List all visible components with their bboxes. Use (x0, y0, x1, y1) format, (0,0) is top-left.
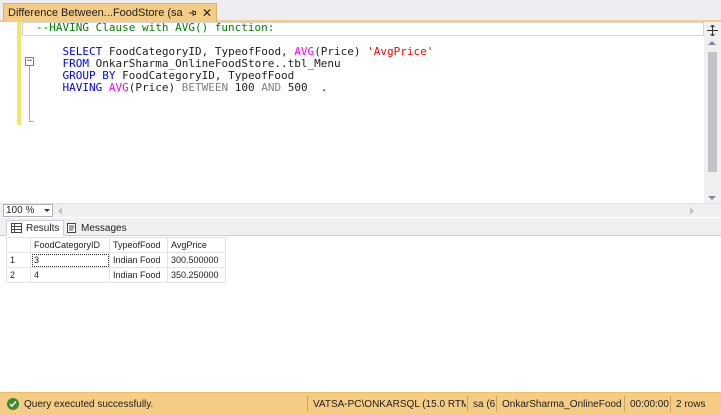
table-row[interactable]: 1 3 Indian Food 300.500000 (6, 252, 226, 268)
column-header[interactable]: FoodCategoryID (30, 237, 110, 253)
table-cell[interactable]: 350.250000 (167, 267, 226, 283)
column-header[interactable]: TypeofFood (109, 237, 168, 253)
scroll-down-icon[interactable] (708, 196, 716, 200)
tab-results[interactable]: Results (6, 220, 65, 236)
fold-guide-end (29, 121, 34, 122)
row-number[interactable]: 2 (6, 267, 31, 283)
table-cell[interactable]: 4 (30, 267, 110, 283)
code-line-comment: --HAVING Clause with AVG() function: (36, 22, 433, 34)
messages-icon (67, 223, 76, 233)
sql-string: 'AvgPrice' (367, 45, 434, 58)
editor-vertical-scrollbar[interactable] (704, 22, 721, 204)
status-bar: Query executed successfully. VATSA-PC\ON… (0, 392, 721, 415)
status-message: Query executed successfully. (24, 398, 154, 410)
table-cell[interactable]: 300.500000 (167, 252, 226, 268)
split-icon[interactable] (705, 23, 720, 37)
table-cell[interactable]: Indian Food (109, 252, 168, 268)
sql-number: 500 (287, 81, 308, 94)
results-tab-strip: Results Messages (0, 218, 721, 236)
tab-messages[interactable]: Messages (62, 220, 131, 236)
success-icon (7, 398, 19, 410)
row-number-header[interactable] (6, 237, 31, 253)
status-row-count: 2 rows (676, 398, 706, 410)
sql-operator: AND (261, 81, 282, 94)
sql-editor[interactable]: − --HAVING Clause with AVG() function: S… (0, 22, 721, 202)
status-user: sa (65) (473, 398, 495, 410)
close-icon[interactable]: ✕ (201, 7, 213, 19)
table-cell[interactable]: 3 (30, 252, 110, 268)
query-tab-title: Difference Between...FoodStore (sa (65))… (8, 7, 186, 19)
change-tracking-bar (17, 22, 21, 125)
zoom-value: 100 % (6, 205, 35, 216)
table-row[interactable]: 2 4 Indian Food 350.250000 (6, 267, 226, 283)
sql-function: AVG (108, 81, 129, 94)
table-cell[interactable]: Indian Food (109, 267, 168, 283)
sql-args: (Price) (128, 81, 182, 94)
results-grid: FoodCategoryID TypeofFood AvgPrice 1 3 I… (0, 237, 721, 392)
scroll-up-icon[interactable] (708, 41, 716, 45)
tab-results-label: Results (26, 222, 60, 234)
code-text: --HAVING Clause with AVG() function: SEL… (36, 22, 433, 94)
fold-guide (29, 66, 30, 122)
scroll-left-icon[interactable] (58, 207, 62, 215)
sql-keyword: HAVING (62, 81, 103, 94)
code-line-having: HAVING AVG(Price) BETWEEN 100 AND 500 . (62, 81, 328, 94)
chevron-down-icon (44, 209, 50, 212)
tab-messages-label: Messages (81, 222, 127, 234)
status-server: VATSA-PC\ONKARSQL (15.0 RTM) (313, 398, 466, 410)
grid-icon (11, 223, 22, 233)
scroll-thumb[interactable] (708, 52, 717, 172)
zoom-bar: 100 % (0, 203, 721, 217)
column-header[interactable]: AvgPrice (167, 237, 226, 253)
pin-icon[interactable] (186, 7, 198, 19)
collapse-icon[interactable]: − (25, 57, 34, 66)
sql-number: 100 (234, 81, 255, 94)
table-header-row: FoodCategoryID TypeofFood AvgPrice (6, 237, 226, 253)
zoom-dropdown[interactable]: 100 % (3, 204, 53, 217)
scroll-right-icon[interactable] (690, 207, 694, 215)
status-message-cell: Query executed successfully. (2, 393, 302, 415)
document-tab-strip: Difference Between...FoodStore (sa (65))… (0, 0, 721, 22)
sql-comment: --HAVING Clause with AVG() function: (36, 21, 275, 34)
status-database: OnkarSharma_OnlineFood... (502, 398, 622, 410)
status-elapsed-time: 00:00:00 (630, 398, 669, 410)
row-number[interactable]: 1 (6, 252, 31, 268)
query-document-tab[interactable]: Difference Between...FoodStore (sa (65))… (3, 3, 217, 22)
sql-operator: BETWEEN (181, 81, 229, 94)
results-table: FoodCategoryID TypeofFood AvgPrice 1 3 I… (6, 237, 226, 283)
